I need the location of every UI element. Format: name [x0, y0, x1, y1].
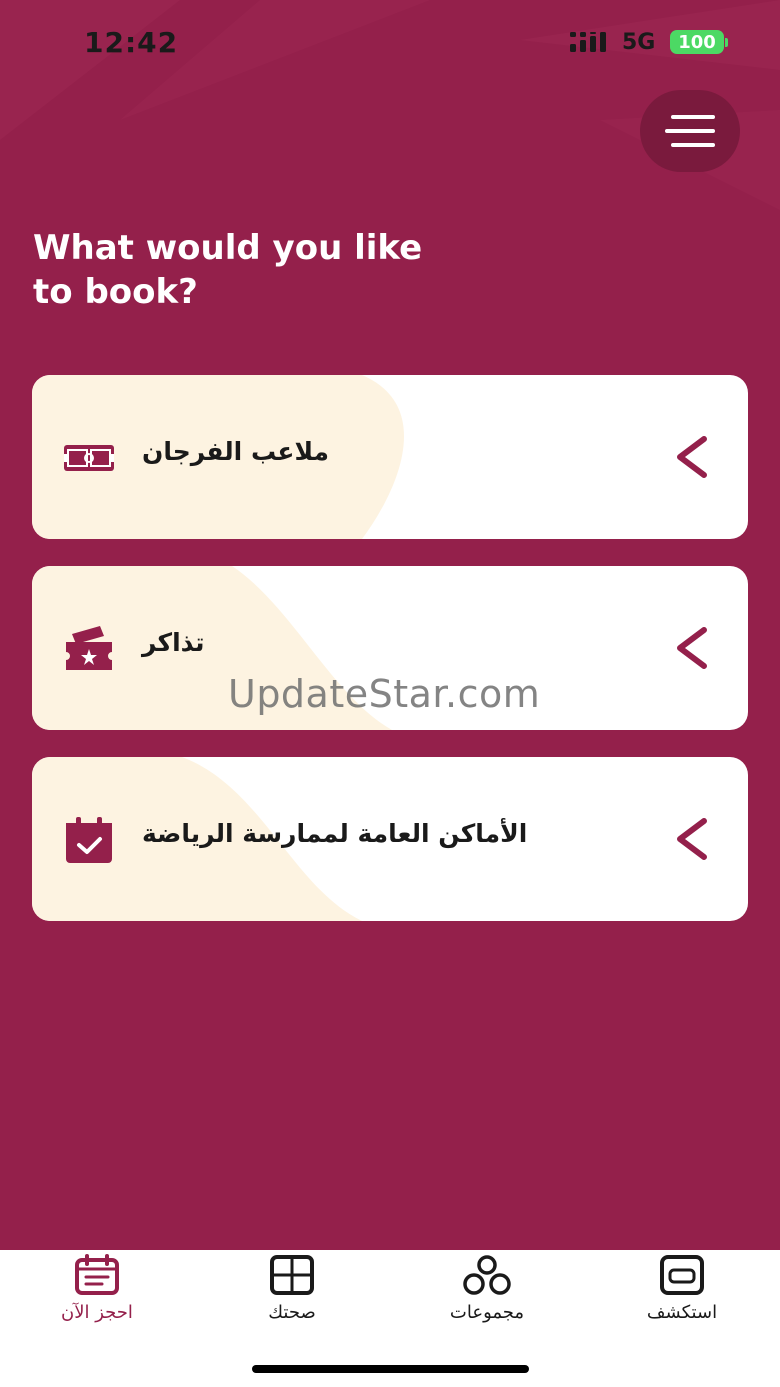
battery-tip [725, 38, 728, 47]
nav-item-book-now[interactable]: احجز الآن [27, 1254, 167, 1344]
booking-option-fields[interactable]: ملاعب الفرجان [32, 375, 748, 539]
cellular-signal-icon [570, 32, 606, 52]
watermark-text: UpdateStar.com [228, 672, 541, 716]
nav-item-groups[interactable]: مجموعات [417, 1254, 557, 1344]
calendar-booking-icon [75, 1254, 119, 1295]
booking-option-label: ملاعب الفرجان [142, 437, 329, 466]
nav-label: استكشف [646, 1302, 718, 1323]
explore-icon [660, 1255, 704, 1295]
booking-option-public-sports[interactable]: الأماكن العامة لممارسة الرياضة [32, 757, 748, 921]
booking-options-list: ملاعب الفرجان تذاكر الأماكن العامة لممار… [32, 375, 748, 948]
ticket-icon [66, 626, 112, 670]
page-title-line1: What would you like [33, 228, 423, 268]
nav-label: مجموعات [449, 1302, 525, 1323]
menu-button[interactable] [640, 90, 740, 172]
status-time: 12:42 [84, 26, 179, 59]
booking-option-label: الأماكن العامة لممارسة الرياضة [142, 819, 528, 848]
health-grid-icon [270, 1255, 314, 1295]
calendar-check-icon [66, 817, 112, 863]
nav-label: احجز الآن [61, 1302, 133, 1323]
card-background-shape [32, 375, 404, 539]
chevron-left-icon [677, 818, 707, 860]
network-type: 5G [622, 30, 656, 55]
page-title-line2: to book? [33, 272, 198, 312]
chevron-left-icon [677, 436, 707, 478]
nav-item-health[interactable]: صحتك [222, 1254, 362, 1344]
battery-icon: 100 [670, 30, 724, 54]
status-bar: 12:42 5G 100 [0, 0, 780, 88]
battery-level: 100 [678, 31, 716, 53]
home-indicator [252, 1365, 529, 1373]
page-title: What would you like to book? [33, 226, 493, 314]
nav-label: صحتك [268, 1302, 316, 1323]
hamburger-menu-icon [665, 115, 715, 147]
booking-option-label: تذاكر [142, 628, 205, 657]
groups-icon [463, 1255, 511, 1295]
chevron-left-icon [677, 627, 707, 669]
nav-item-explore[interactable]: استكشف [612, 1254, 752, 1344]
stadium-field-icon [64, 445, 114, 471]
